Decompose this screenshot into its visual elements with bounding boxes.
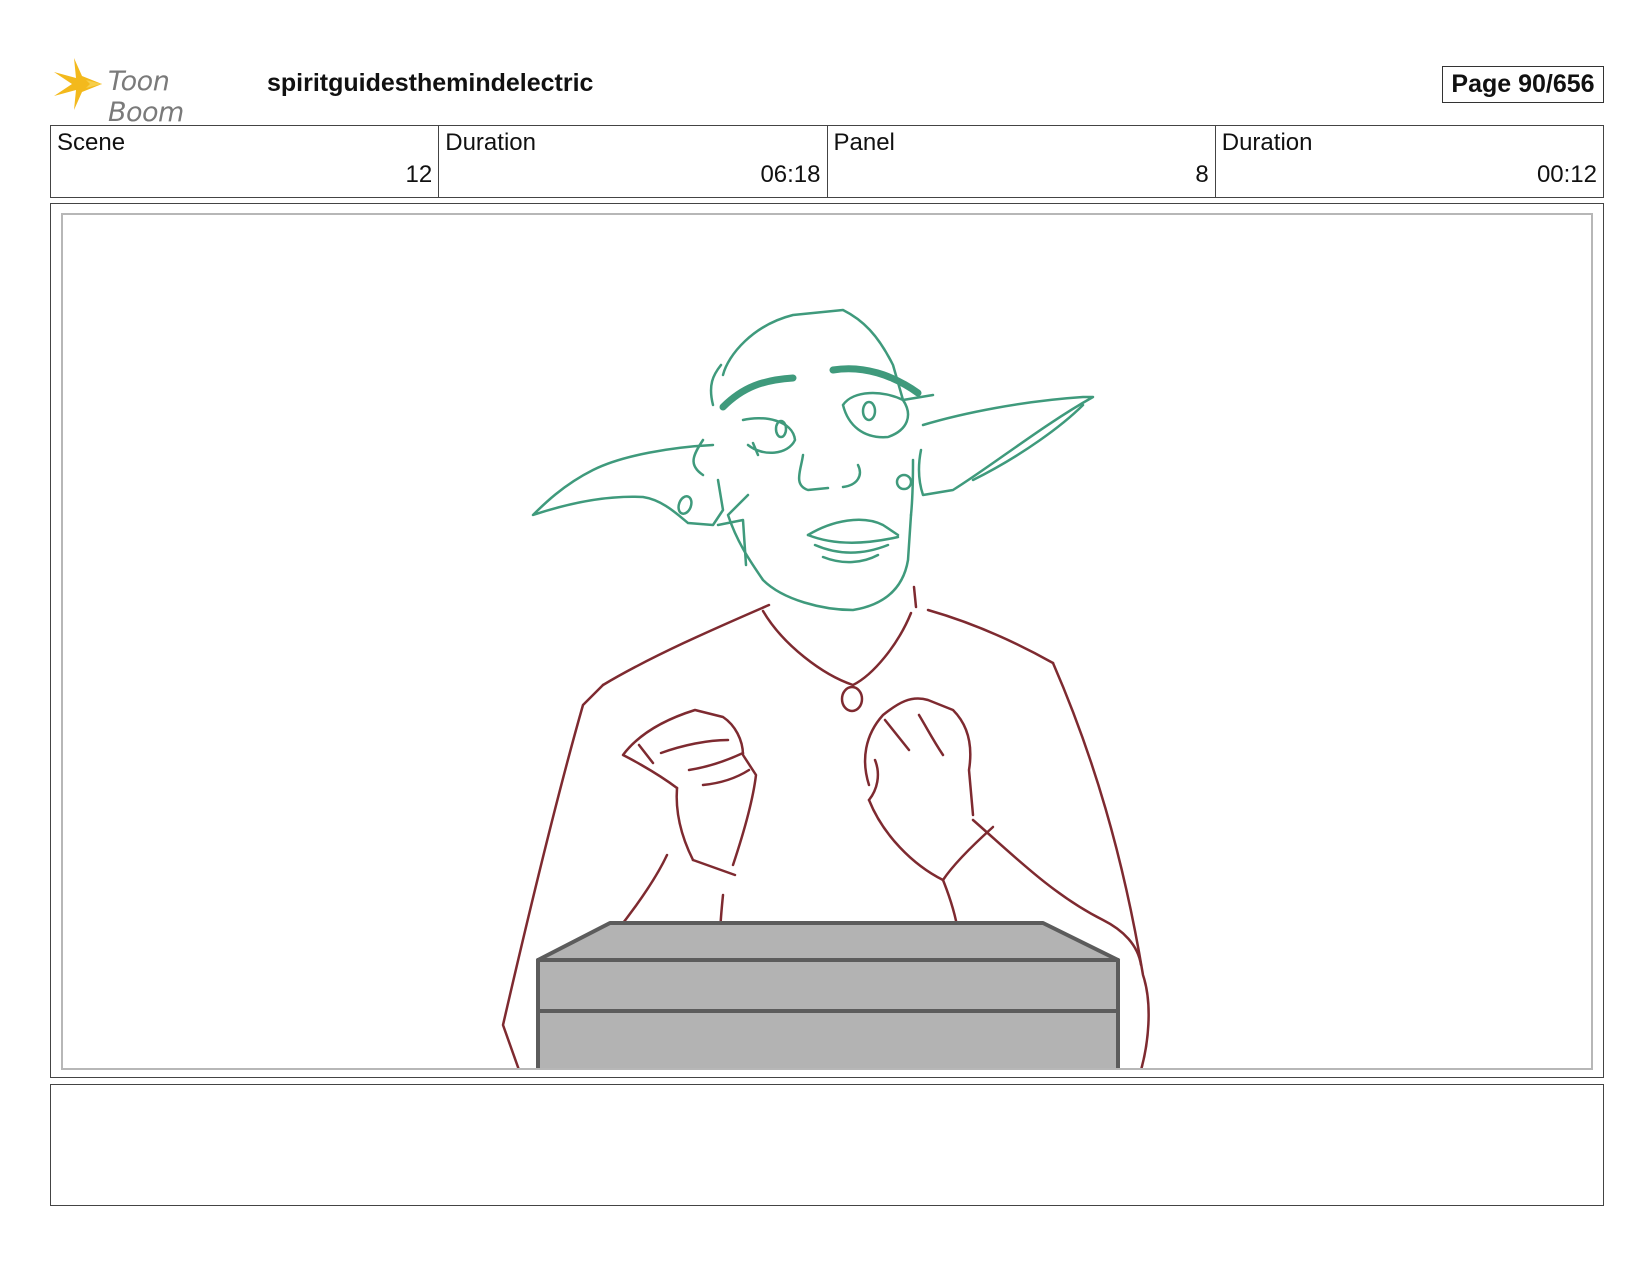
panel-notes-box[interactable] bbox=[50, 1084, 1604, 1206]
storyboard-header: Toon Boom spiritguidesthemindelectric Pa… bbox=[52, 56, 1604, 128]
scene-value: 12 bbox=[405, 161, 433, 188]
scene-info-table: Scene 12 Duration 06:18 Panel 8 Duration… bbox=[50, 125, 1604, 198]
panel-value: 8 bbox=[1195, 161, 1209, 188]
scene-duration-cell: Duration 06:18 bbox=[439, 126, 828, 197]
star-burst-icon bbox=[54, 58, 102, 110]
character-head-sketch bbox=[531, 308, 1095, 612]
panel-label: Panel bbox=[833, 129, 895, 156]
panel-cell: Panel 8 bbox=[828, 126, 1216, 197]
scene-duration-label: Duration bbox=[445, 129, 536, 156]
scene-label: Scene bbox=[57, 129, 126, 156]
storyboard-drawing bbox=[501, 308, 1150, 1068]
logo-text: Toon Boom bbox=[108, 66, 184, 128]
panel-duration-cell: Duration 00:12 bbox=[1216, 126, 1603, 197]
desk-sketch bbox=[536, 921, 1120, 1068]
toon-boom-logo: Toon Boom bbox=[52, 56, 252, 128]
panel-duration-value: 00:12 bbox=[1536, 161, 1597, 188]
project-title: spiritguidesthemindelectric bbox=[267, 69, 594, 97]
panel-duration-label: Duration bbox=[1221, 129, 1313, 156]
scene-cell: Scene 12 bbox=[51, 126, 440, 197]
panel-image bbox=[61, 213, 1593, 1070]
panel-frame bbox=[50, 203, 1604, 1078]
page-indicator: Page 90/656 bbox=[1442, 66, 1604, 103]
scene-duration-value: 06:18 bbox=[760, 161, 821, 188]
